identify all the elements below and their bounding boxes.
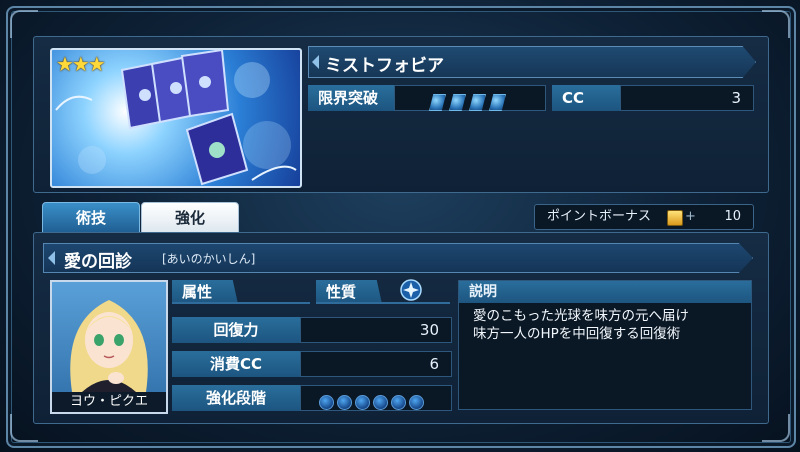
- tab-skill[interactable]: 術技: [42, 202, 140, 234]
- point-bonus-box: ポイントボーナス + 10: [534, 204, 754, 230]
- limit-break-gem-icon: [469, 94, 486, 111]
- attribute-label: 属性: [172, 280, 238, 304]
- item-card-image: ★★★: [50, 48, 302, 188]
- point-bonus-label: ポイントボーナス: [547, 209, 652, 224]
- skill-name-bar: 愛の回診 [あいのかいしん]: [43, 243, 753, 273]
- enhance-slot-icon: [319, 395, 334, 410]
- nature-underline: [316, 302, 450, 304]
- cost-label: 消費CC: [172, 351, 300, 377]
- cc-row: CC 3: [552, 85, 754, 111]
- character-portrait: ヨウ・ピクエ: [50, 280, 168, 414]
- enhance-slot-icon: [409, 395, 424, 410]
- cc-value: 3: [620, 85, 754, 111]
- limit-break-gems: [394, 85, 546, 111]
- tab-enhance[interactable]: 強化: [141, 202, 239, 234]
- limit-break-gem-icon: [489, 94, 506, 111]
- heal-nature-icon: [400, 279, 422, 301]
- frame-ornament: [762, 10, 790, 38]
- stat-row-cost: 消費CC 6: [172, 351, 452, 377]
- character-name: ヨウ・ピクエ: [52, 392, 166, 412]
- description-label: 説明: [459, 281, 751, 303]
- stat-row-enhance-level: 強化段階: [172, 385, 452, 411]
- enhance-slot-icon: [391, 395, 406, 410]
- skill-name: 愛の回診: [64, 252, 132, 272]
- cost-value: 6: [300, 351, 452, 377]
- bonus-item-icon: [667, 210, 683, 226]
- item-name: ミストフォビア: [325, 56, 444, 76]
- description-line: 愛のこもった光球を味方の元へ届け: [473, 308, 689, 324]
- enhance-slot-icon: [355, 395, 370, 410]
- limit-break-row: 限界突破: [308, 85, 546, 111]
- limit-break-label: 限界突破: [308, 85, 394, 111]
- point-bonus-amount: 10: [724, 209, 741, 224]
- arrow-left-icon: [48, 251, 55, 265]
- description-text: 愛のこもった光球を味方の元へ届け 味方一人のHPを中回復する回復術: [473, 307, 743, 343]
- enhance-level-slots: [300, 385, 452, 411]
- frame-ornament: [10, 10, 38, 38]
- recovery-value: 30: [300, 317, 452, 343]
- rarity-stars: ★★★: [56, 52, 106, 76]
- item-name-bar: ミストフォビア: [308, 46, 756, 78]
- arrow-left-icon: [312, 55, 319, 69]
- enhance-slot-icon: [337, 395, 352, 410]
- description-line: 味方一人のHPを中回復する回復術: [473, 326, 681, 342]
- recovery-label: 回復力: [172, 317, 300, 343]
- description-box: 説明 愛のこもった光球を味方の元へ届け 味方一人のHPを中回復する回復術: [458, 280, 752, 410]
- enhance-slot-icon: [373, 395, 388, 410]
- limit-break-gem-icon: [449, 94, 466, 111]
- enhance-level-label: 強化段階: [172, 385, 300, 411]
- cc-label: CC: [552, 85, 620, 111]
- nature-label: 性質: [316, 280, 382, 304]
- attribute-underline: [172, 302, 310, 304]
- limit-break-gem-icon: [429, 94, 446, 111]
- skill-reading: [あいのかいしん]: [162, 252, 256, 266]
- character-illustration: [70, 300, 148, 392]
- stat-row-recovery: 回復力 30: [172, 317, 452, 343]
- point-bonus-plus: +: [685, 209, 696, 224]
